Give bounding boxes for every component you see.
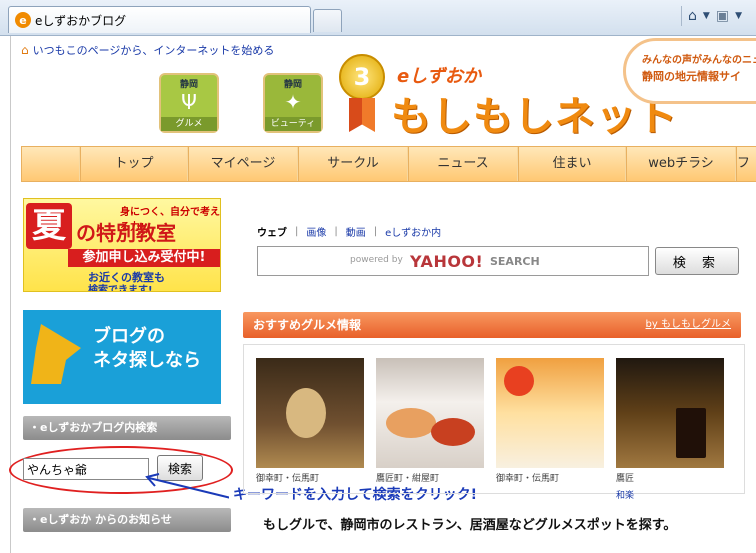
rss-feed-icon[interactable]: ▣ [716, 8, 729, 24]
photo-caption: 御幸町・伝馬町 [256, 474, 320, 484]
category-beauty[interactable]: 静岡 ✦ ビューティ [263, 73, 323, 133]
photo-caption: 鷹匠 [616, 474, 635, 484]
toolbar-separator [681, 6, 683, 26]
browser-command-bar: ⌂ ▼ ▣ ▼ [681, 6, 756, 26]
blog-topic-banner[interactable]: ブログの ネタ探しなら [23, 310, 221, 404]
dropdown-arrow-icon[interactable]: ▼ [735, 11, 742, 21]
anniversary-badge: 3 [339, 54, 385, 100]
web-search-tabs: ウェブ | 画像 | 動画 | eしずおか内 [257, 224, 441, 239]
gourmet-source-link[interactable]: by もしもしグルメ [646, 312, 731, 338]
gourmet-description: もしグルで、静岡市のレストラン、居酒屋などグルメスポットを探す。 [263, 518, 677, 533]
banner-note: 検索できます! [88, 285, 153, 292]
ribbon-icon [349, 98, 375, 132]
annotation-arrow-icon [145, 473, 232, 499]
browser-toolbar: e eしずおかブログ ⌂ ▼ ▣ ▼ [0, 0, 756, 36]
banner-text: ブログの [93, 326, 165, 347]
tab-web[interactable]: ウェブ [257, 224, 287, 239]
home-icon: ⌂ [21, 43, 29, 57]
banner-text: ネタ探しなら [93, 350, 201, 371]
gourmet-heading-text: おすすめグルメ情報 [253, 318, 362, 332]
nav-item-web-flyer[interactable]: webチラシ [626, 147, 736, 181]
restaurant-photo[interactable] [376, 358, 484, 468]
restaurant-photo[interactable] [256, 358, 364, 468]
nav-item-news[interactable]: ニュース [408, 147, 518, 181]
browser-tab[interactable]: e eしずおかブログ [8, 6, 311, 33]
new-tab-button[interactable] [313, 9, 342, 32]
category-label: ビューティ [265, 117, 321, 131]
sparkle-icon: ✦ [284, 90, 302, 114]
main-navigation: トップ マイページ サークル ニュース 住まい webチラシ フォ [21, 146, 756, 182]
web-search-input[interactable]: powered by YAHOO! SEARCH [257, 246, 649, 276]
web-page: ⌂ いつもこのページから、インターネットを始める 静岡 Ψ グルメ 静岡 ✦ ビ… [9, 36, 756, 553]
set-homepage-label: いつもこのページから、インターネットを始める [32, 44, 275, 57]
nav-item-spacer [22, 147, 80, 181]
tab-title: eしずおかブログ [35, 13, 127, 28]
category-region: 静岡 [179, 80, 198, 90]
gourmet-section-heading: おすすめグルメ情報 by もしもしグルメ [243, 312, 741, 338]
blog-search-heading: ・eしずおかブログ内検索 [23, 416, 231, 440]
tagline-line: 静岡の地元情報サイ [642, 70, 741, 83]
yahoo-logo: YAHOO! [410, 252, 484, 271]
nav-item-more[interactable]: フォ [736, 147, 756, 181]
tab-divider: | [334, 226, 338, 237]
banner-highlight: 参加申し込み受付中! [68, 249, 220, 267]
summer-kanji: 夏 [26, 203, 72, 249]
search-watermark: SEARCH [490, 255, 540, 268]
bird-mascot-icon [31, 324, 81, 384]
category-label: グルメ [161, 117, 217, 131]
tab-video[interactable]: 動画 [346, 224, 366, 239]
tab-divider: | [295, 226, 299, 237]
nav-item-mypage[interactable]: マイページ [188, 147, 298, 181]
tab-divider: | [373, 226, 378, 237]
photo-subcaption[interactable]: 和楽 [616, 488, 634, 501]
site-favicon-icon: e [15, 12, 31, 28]
site-news-heading: ・eしずおか からのお知らせ [23, 508, 231, 532]
restaurant-photo[interactable] [496, 358, 604, 468]
blog-search-input[interactable] [23, 458, 149, 480]
banner-title: の特別教室 [76, 221, 176, 245]
tagline-line: みんなの声がみんなのニュース [642, 55, 756, 66]
web-search-button[interactable]: 検 索 [655, 247, 739, 275]
powered-by-label: powered by [350, 255, 403, 265]
category-region: 静岡 [283, 80, 302, 90]
nav-item-circle[interactable]: サークル [298, 147, 408, 181]
tab-images[interactable]: 画像 [306, 224, 326, 239]
photo-caption: 鷹匠町・紺屋町 [376, 474, 440, 484]
gourmet-gallery: 御幸町・伝馬町 鷹匠町・紺屋町 御幸町・伝馬町 鷹匠 和楽 [243, 344, 745, 501]
summer-class-banner[interactable]: 夏 身につく、自分で考える力! の特別教室 参加申し込み受付中! お近くの教室も… [23, 198, 221, 292]
dropdown-arrow-icon[interactable]: ▼ [703, 11, 710, 21]
fork-knife-icon: Ψ [181, 90, 197, 114]
set-homepage-link[interactable]: ⌂ いつもこのページから、インターネットを始める [21, 42, 274, 58]
nav-item-housing[interactable]: 住まい [518, 147, 626, 181]
tagline-bubble: みんなの声がみんなのニュース 静岡の地元情報サイ [623, 38, 756, 104]
home-icon[interactable]: ⌂ [688, 8, 697, 24]
category-gourmet[interactable]: 静岡 Ψ グルメ [159, 73, 219, 133]
nav-item-top[interactable]: トップ [80, 147, 188, 181]
photo-caption: 御幸町・伝馬町 [496, 474, 560, 484]
restaurant-photo[interactable] [616, 358, 724, 468]
tab-site[interactable]: eしずおか内 [385, 224, 441, 239]
